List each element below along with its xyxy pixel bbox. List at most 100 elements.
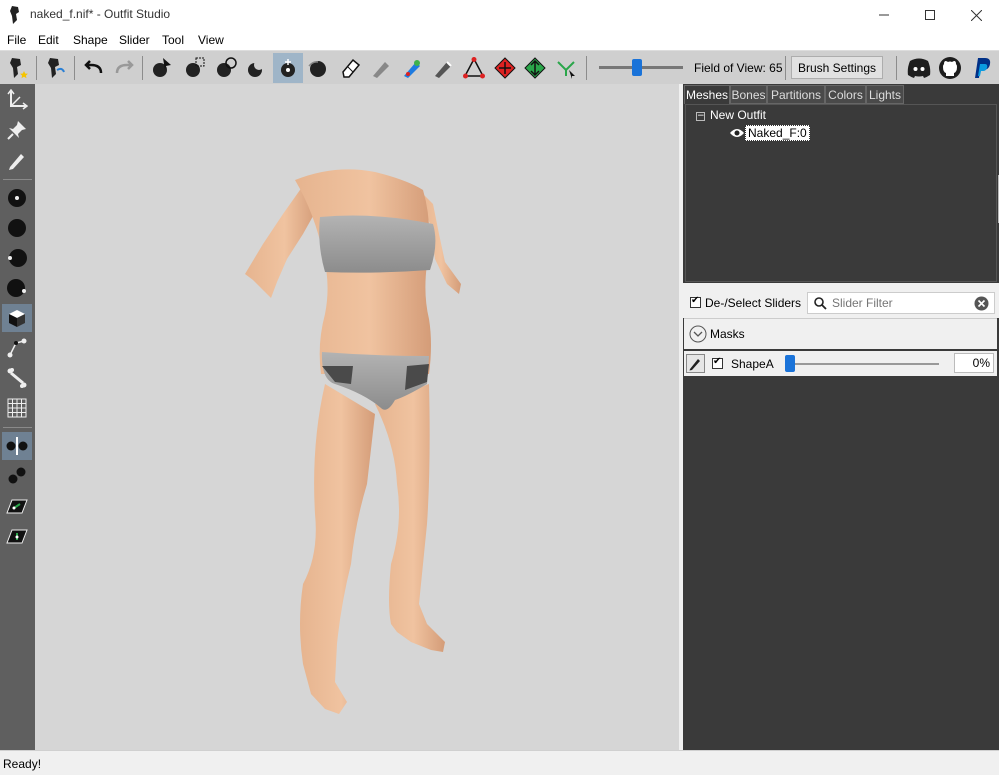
split-edge-icon xyxy=(557,61,575,79)
status-bar: Ready! xyxy=(0,750,999,775)
paypal-button[interactable] xyxy=(966,53,996,83)
slider-filter-input[interactable] xyxy=(832,295,962,311)
menu-bar: File Edit Shape Slider Tool View xyxy=(0,30,999,50)
tab-partitions[interactable]: Partitions xyxy=(767,85,825,104)
vertex-select-tool-button[interactable] xyxy=(2,146,32,174)
fov-slider-thumb[interactable] xyxy=(632,59,642,76)
maximize-button[interactable] xyxy=(907,0,953,30)
slider-enable-checkbox[interactable] xyxy=(712,356,723,369)
left-toolbar xyxy=(0,84,35,750)
dot-left-icon xyxy=(8,249,27,267)
symmetry-y-button[interactable] xyxy=(2,462,32,490)
close-button[interactable] xyxy=(953,0,999,30)
slider-value-field[interactable]: 0% xyxy=(954,353,994,373)
paypal-icon xyxy=(975,58,991,78)
mirror-x-icon xyxy=(6,437,28,455)
bone-tool-button[interactable] xyxy=(2,364,32,392)
load-reference-button[interactable] xyxy=(41,53,71,83)
visibility-eye-icon[interactable] xyxy=(729,127,745,139)
cube-icon xyxy=(9,310,25,327)
bone-icon xyxy=(7,368,27,388)
menu-view[interactable]: View xyxy=(198,33,224,47)
move-brush-button[interactable] xyxy=(273,53,303,83)
deflate-brush-button[interactable] xyxy=(241,53,271,83)
smooth-brush-button[interactable] xyxy=(303,53,333,83)
collapse-vertex-button[interactable] xyxy=(490,53,520,83)
slider-track[interactable] xyxy=(787,363,939,365)
transform-tool-button[interactable] xyxy=(2,86,32,114)
smooth-brush-icon xyxy=(308,61,326,77)
menu-slider[interactable]: Slider xyxy=(119,33,150,47)
plane-deselect-button[interactable] xyxy=(2,522,32,550)
brush-settings-button[interactable]: Brush Settings xyxy=(791,56,883,79)
grid-icon xyxy=(7,398,27,418)
title-bar: naked_f.nif* - Outfit Studio xyxy=(0,0,999,30)
chevron-down-icon[interactable] xyxy=(689,325,707,343)
tree-root-outfit[interactable]: New Outfit xyxy=(710,108,766,122)
clear-filter-icon[interactable] xyxy=(974,296,989,311)
discord-icon xyxy=(907,58,931,78)
split-edge-button[interactable] xyxy=(551,53,581,83)
undo-button[interactable] xyxy=(78,53,108,83)
close-icon xyxy=(970,9,982,21)
masks-label: Masks xyxy=(710,327,745,341)
minimize-button[interactable] xyxy=(861,0,907,30)
menu-shape[interactable]: Shape xyxy=(73,33,108,47)
select-brush-icon xyxy=(153,58,171,77)
inflate-brush-icon xyxy=(217,57,237,77)
weight-brush-button[interactable] xyxy=(366,53,396,83)
eraser-icon xyxy=(342,58,361,78)
new-project-icon xyxy=(10,58,28,79)
mesh-tree: − New Outfit Naked_F:0 xyxy=(685,104,999,282)
maximize-icon xyxy=(925,10,935,20)
mask-brush-button[interactable] xyxy=(180,53,210,83)
inflate-brush-button[interactable] xyxy=(211,53,241,83)
tree-item-mesh[interactable]: Naked_F:0 xyxy=(745,125,810,141)
brush-falloff-right-button[interactable] xyxy=(2,274,32,302)
flip-edge-button[interactable] xyxy=(520,53,550,83)
edge-nodes-icon xyxy=(7,338,27,358)
menu-edit[interactable]: Edit xyxy=(38,33,59,47)
grid-toggle-button[interactable] xyxy=(2,394,32,422)
color-brush-icon xyxy=(404,60,420,78)
tab-lights[interactable]: Lights xyxy=(866,85,904,104)
new-project-button[interactable] xyxy=(3,53,33,83)
menu-file[interactable]: File xyxy=(7,33,26,47)
window-title: naked_f.nif* - Outfit Studio xyxy=(30,7,171,21)
vertex-edit-icon xyxy=(463,57,485,79)
mirror-y-icon xyxy=(8,467,26,484)
slider-filter-box xyxy=(807,292,995,314)
menu-tool[interactable]: Tool xyxy=(162,33,184,47)
slider-thumb[interactable] xyxy=(785,355,795,372)
tab-meshes[interactable]: Meshes xyxy=(684,85,730,104)
github-button[interactable] xyxy=(935,53,965,83)
masks-section[interactable]: Masks xyxy=(684,318,997,349)
redo-icon xyxy=(115,60,134,74)
tree-collapse-toggle[interactable]: − xyxy=(696,112,705,121)
3d-viewport[interactable] xyxy=(35,84,679,750)
brush-falloff-left-button[interactable] xyxy=(2,244,32,272)
undo-icon xyxy=(84,60,103,74)
redo-button[interactable] xyxy=(110,53,140,83)
eraser-button[interactable] xyxy=(335,53,365,83)
panel-tabs: Meshes Bones Partitions Colors Lights xyxy=(683,84,999,104)
dot-right-icon xyxy=(7,279,26,297)
weight-brush-icon xyxy=(373,62,389,78)
alpha-brush-button[interactable] xyxy=(428,53,458,83)
view-wireframe-button[interactable] xyxy=(2,304,32,332)
tab-colors[interactable]: Colors xyxy=(825,85,866,104)
mask-brush-icon xyxy=(186,57,205,77)
discord-button[interactable] xyxy=(904,53,934,83)
color-brush-button[interactable] xyxy=(397,53,427,83)
brush-size-small-button[interactable] xyxy=(2,184,32,212)
edit-slider-icon[interactable] xyxy=(686,354,705,373)
vertex-edit-button[interactable] xyxy=(459,53,489,83)
brush-size-full-button[interactable] xyxy=(2,214,32,242)
plane-select-button[interactable] xyxy=(2,492,32,520)
symmetry-x-button[interactable] xyxy=(2,432,32,460)
deselect-sliders-checkbox[interactable] xyxy=(690,295,701,308)
edge-select-button[interactable] xyxy=(2,334,32,362)
pivot-tool-button[interactable] xyxy=(2,116,32,144)
select-tool-button[interactable] xyxy=(147,53,177,83)
tab-bones[interactable]: Bones xyxy=(730,85,767,104)
